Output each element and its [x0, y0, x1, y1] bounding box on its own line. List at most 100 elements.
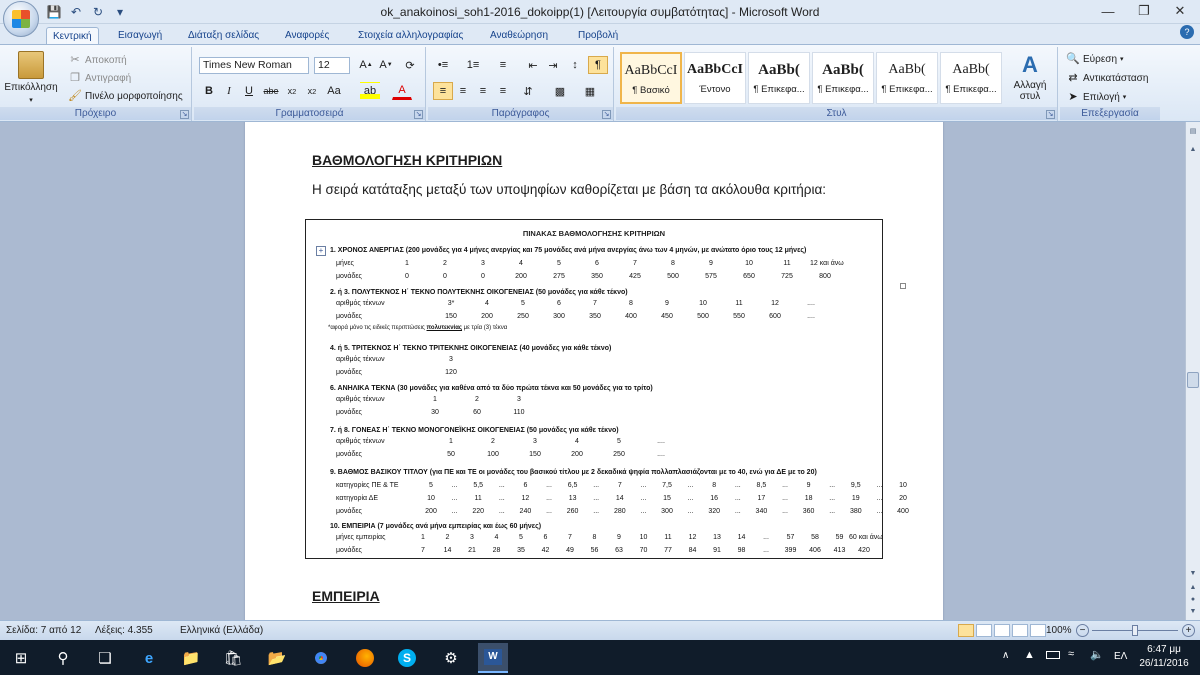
shading-icon[interactable]: ▩ [550, 82, 570, 100]
strikethrough-icon[interactable]: abe [261, 82, 281, 100]
font-color-icon[interactable]: A [392, 82, 412, 100]
battery-icon[interactable] [1046, 651, 1060, 659]
dialog-launcher-icon[interactable]: ↘ [602, 110, 611, 119]
bullets-icon[interactable]: •≡ [433, 56, 453, 74]
style-heading-1[interactable]: AaBb(¶ Επικεφα... [748, 52, 810, 104]
select-button[interactable]: ➤ Επιλογή ▾ [1066, 90, 1126, 104]
subscript-icon[interactable]: x2 [282, 82, 302, 100]
change-case-icon[interactable]: Aa [324, 82, 344, 100]
ruler-toggle-icon[interactable]: ▤ [1187, 126, 1199, 138]
table-resize-handle-icon[interactable] [900, 283, 906, 289]
search-icon[interactable]: ⚲ [48, 643, 78, 673]
store-icon[interactable]: 🛍 [218, 643, 248, 673]
scroll-down-icon[interactable]: ▼ [1187, 568, 1199, 580]
restore-icon[interactable]: ❐ [1126, 0, 1162, 22]
style-heading-2[interactable]: AaBb(¶ Επικεφα... [812, 52, 874, 104]
tab-mailings[interactable]: Στοιχεία αλληλογραφίας [358, 27, 463, 44]
multilevel-list-icon[interactable]: ≡ [493, 56, 513, 74]
sort-icon[interactable]: ↕ [565, 56, 585, 74]
cut-button[interactable]: ✂ Αποκοπή [68, 53, 126, 67]
style-heading-3[interactable]: AaBb(¶ Επικεφα... [876, 52, 938, 104]
chrome-icon[interactable] [306, 643, 336, 673]
page-count[interactable]: Σελίδα: 7 από 12 [6, 625, 81, 636]
dialog-launcher-icon[interactable]: ↘ [180, 110, 189, 119]
decrease-indent-icon[interactable]: ⇤ [523, 56, 543, 74]
minimize-ribbon-icon[interactable]: ? [1180, 25, 1194, 39]
tab-view[interactable]: Προβολή [578, 27, 618, 44]
style-normal[interactable]: AaBbCcI ¶ Βασικό [620, 52, 682, 104]
find-button[interactable]: 🔍 Εύρεση ▾ [1066, 52, 1123, 66]
volume-icon[interactable]: 🔈 [1090, 648, 1104, 661]
clear-format-icon[interactable]: ⟳ [400, 56, 420, 74]
font-name-input[interactable]: Times New Roman [199, 57, 309, 74]
view-full-screen-icon[interactable] [976, 624, 992, 637]
tab-references[interactable]: Αναφορές [285, 27, 329, 44]
view-draft-icon[interactable] [1030, 624, 1046, 637]
scroll-thumb[interactable] [1187, 372, 1199, 388]
view-web-layout-icon[interactable] [994, 624, 1010, 637]
browse-object-icon[interactable]: ● [1187, 594, 1199, 606]
increase-indent-icon[interactable]: ⇥ [543, 56, 563, 74]
table-move-handle-icon[interactable]: + [316, 246, 326, 256]
replace-button[interactable]: ⇄ Αντικατάσταση [1066, 71, 1148, 85]
office-button[interactable] [3, 1, 39, 37]
folder-icon[interactable]: 📂 [262, 643, 292, 673]
skype-icon[interactable]: S [392, 643, 422, 673]
align-left-icon[interactable]: ≡ [433, 82, 453, 100]
italic-icon[interactable]: I [219, 82, 239, 100]
file-explorer-icon[interactable]: 📁 [176, 643, 206, 673]
grow-font-icon[interactable]: A ▲ [356, 56, 376, 74]
windows-start-icon[interactable]: ⊞ [6, 643, 36, 673]
show-hidden-icons[interactable]: ∧ [1002, 650, 1009, 661]
font-size-input[interactable]: 12 [314, 57, 350, 74]
paste-button[interactable]: Επικόλληση ▾ [4, 51, 58, 104]
tab-review[interactable]: Αναθεώρηση [490, 27, 548, 44]
clock-time[interactable]: 6:47 μμ [1140, 644, 1188, 655]
align-center-icon[interactable]: ≡ [453, 82, 473, 100]
zoom-slider-thumb[interactable] [1132, 625, 1138, 636]
underline-icon[interactable]: U [239, 82, 259, 100]
align-right-icon[interactable]: ≡ [473, 82, 493, 100]
view-print-layout-icon[interactable] [958, 624, 974, 637]
tab-insert[interactable]: Εισαγωγή [118, 27, 162, 44]
next-page-icon[interactable]: ▼ [1187, 606, 1199, 618]
format-painter-button[interactable]: 🖌 Πινέλο μορφοποίησης [68, 89, 183, 103]
input-language[interactable]: ΕΛ [1114, 651, 1127, 662]
word-count[interactable]: Λέξεις: 4.355 [95, 625, 153, 636]
zoom-in-icon[interactable]: + [1182, 624, 1195, 637]
task-view-icon[interactable]: ❏ [90, 643, 120, 673]
bold-icon[interactable]: B [199, 82, 219, 100]
highlight-icon[interactable]: ab [360, 82, 380, 100]
change-styles-button[interactable]: A Αλλαγή στυλ [1008, 53, 1052, 103]
numbering-icon[interactable]: 1≡ [463, 56, 483, 74]
zoom-level[interactable]: 100% [1046, 625, 1072, 636]
borders-icon[interactable]: ▦ [580, 82, 600, 100]
style-strong[interactable]: AaBbCcI Έντονο [684, 52, 746, 104]
dialog-launcher-icon[interactable]: ↘ [414, 110, 423, 119]
shrink-font-icon[interactable]: A ▼ [376, 56, 396, 74]
tab-home[interactable]: Κεντρική [46, 27, 99, 44]
copy-button[interactable]: ❐ Αντιγραφή [68, 71, 131, 85]
scroll-up-icon[interactable]: ▲ [1187, 144, 1199, 156]
justify-icon[interactable]: ≡ [493, 82, 513, 100]
edge-icon[interactable]: e [134, 643, 164, 673]
previous-page-icon[interactable]: ▲ [1187, 582, 1199, 594]
style-heading-4[interactable]: AaBb(¶ Επικεφα... [940, 52, 1002, 104]
network-icon[interactable]: ▲ [1024, 649, 1035, 661]
close-icon[interactable]: ✕ [1162, 0, 1198, 22]
clock-date[interactable]: 26/11/2016 [1136, 658, 1192, 669]
language-indicator[interactable]: Ελληνικά (Ελλάδα) [180, 625, 263, 636]
app-icon[interactable]: ⚙ [436, 643, 466, 673]
wifi-icon[interactable]: ≈ [1068, 648, 1074, 660]
minimize-icon[interactable]: — [1090, 0, 1126, 22]
page[interactable]: ΒΑΘΜΟΛΟΓΗΣΗ ΚΡΙΤΗΡΙΩΝ Η σειρά κατάταξης … [245, 122, 943, 620]
tab-page-layout[interactable]: Διάταξη σελίδας [188, 27, 259, 44]
superscript-icon[interactable]: x2 [302, 82, 322, 100]
firefox-icon[interactable] [350, 643, 380, 673]
word-taskbar-icon[interactable]: W [478, 643, 508, 673]
vertical-scrollbar[interactable]: ▤ ▲ ▼ ▲ ● ▼ [1185, 122, 1200, 620]
view-outline-icon[interactable] [1012, 624, 1028, 637]
line-spacing-icon[interactable]: ⇵ [518, 82, 538, 100]
show-formatting-icon[interactable]: ¶ [588, 56, 608, 74]
dialog-launcher-icon[interactable]: ↘ [1046, 110, 1055, 119]
